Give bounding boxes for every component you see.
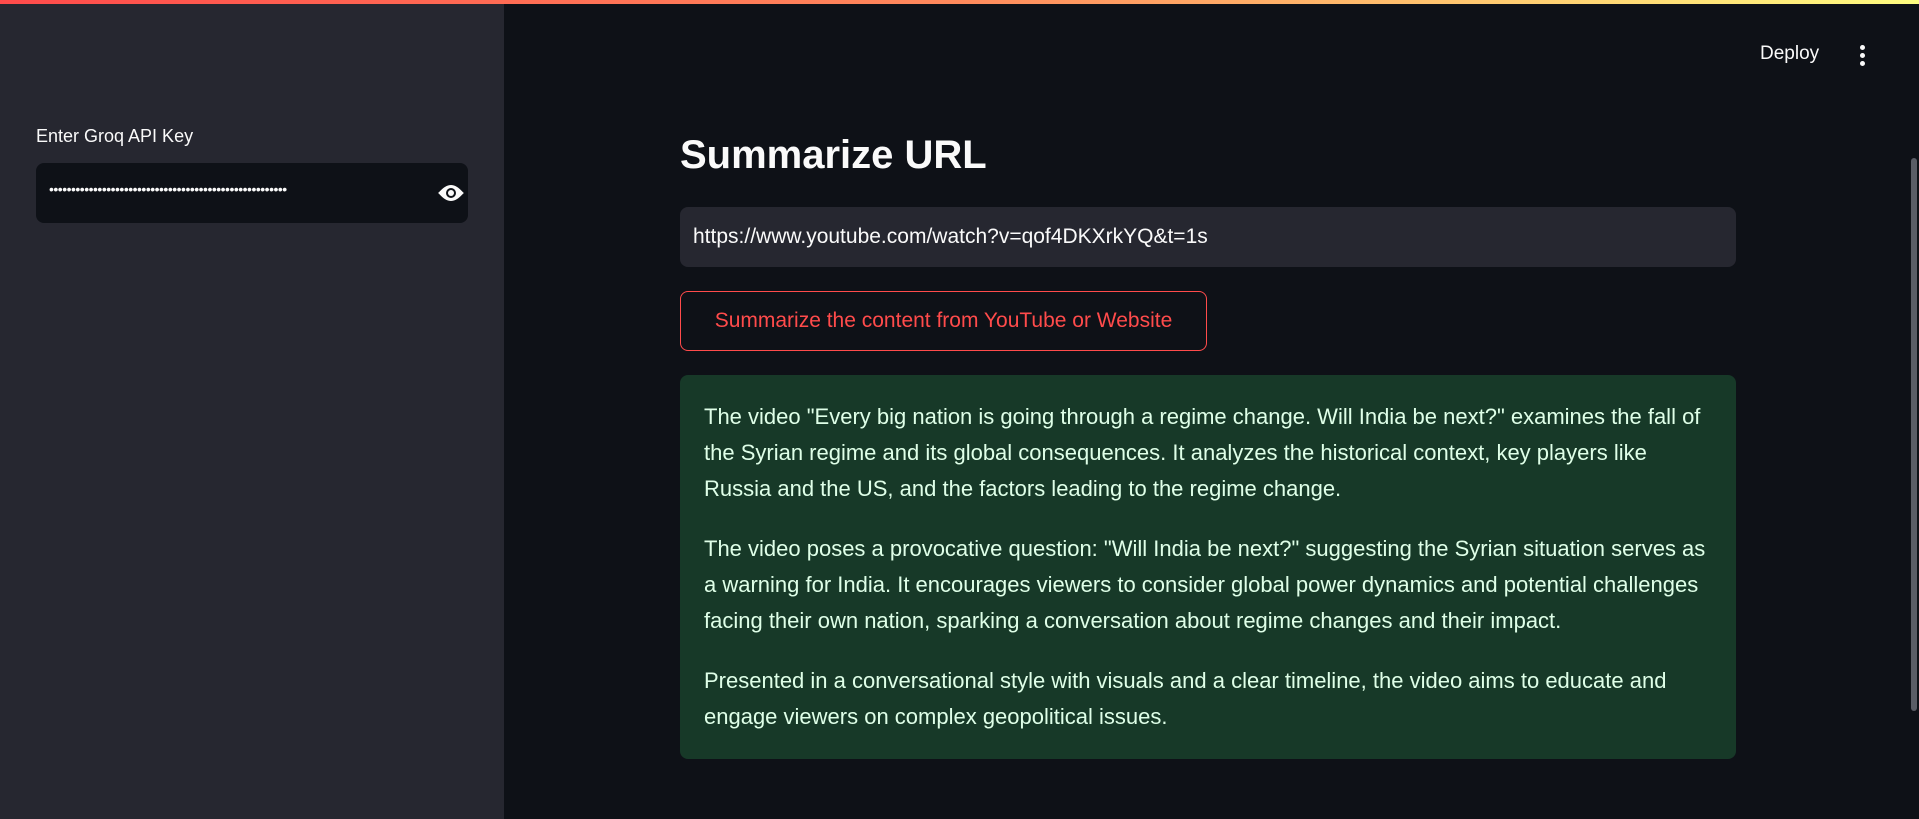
api-key-masked-value: ••••••••••••••••••••••••••••••••••••••••… [49, 181, 287, 197]
url-input-value: https://www.youtube.com/watch?v=qof4DKXr… [693, 225, 1208, 248]
deploy-button[interactable]: Deploy [1760, 43, 1819, 65]
eye-icon [438, 185, 464, 201]
top-decoration-bar [0, 0, 1919, 4]
kebab-menu-icon [1859, 44, 1865, 50]
page-title: Summarize URL [680, 133, 987, 177]
summarize-button[interactable]: Summarize the content from YouTube or We… [680, 291, 1207, 351]
summary-result-box: The video "Every big nation is going thr… [680, 375, 1736, 759]
summary-paragraph: The video poses a provocative question: … [704, 536, 1706, 633]
api-key-input[interactable]: ••••••••••••••••••••••••••••••••••••••••… [36, 163, 468, 223]
summary-paragraph: The video "Every big nation is going thr… [704, 404, 1701, 501]
sidebar: Enter Groq API Key •••••••••••••••••••••… [0, 0, 504, 819]
main-scrollbar[interactable] [1911, 158, 1917, 711]
url-input[interactable]: https://www.youtube.com/watch?v=qof4DKXr… [680, 207, 1736, 267]
api-key-label: Enter Groq API Key [36, 126, 194, 146]
show-password-button[interactable] [434, 178, 468, 208]
summary-paragraph: Presented in a conversational style with… [704, 668, 1667, 729]
main-menu-button[interactable] [1852, 40, 1872, 70]
